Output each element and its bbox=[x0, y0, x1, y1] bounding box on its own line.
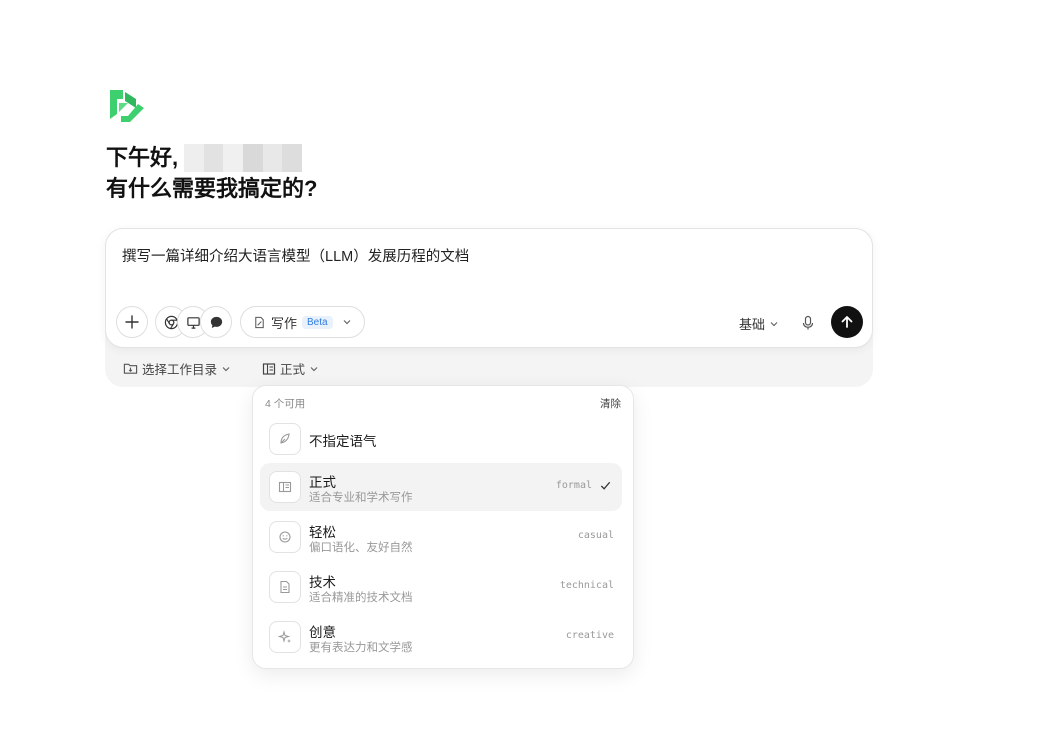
model-mode-select[interactable]: 基础 bbox=[739, 314, 779, 333]
feather-icon bbox=[269, 423, 301, 455]
beta-badge: Beta bbox=[302, 315, 333, 329]
write-mode-button[interactable]: 写作 Beta bbox=[240, 306, 365, 338]
tone-option-none[interactable]: 不指定语气 bbox=[260, 415, 622, 463]
available-count: 4 个可用 bbox=[265, 398, 306, 410]
blurred-username bbox=[184, 143, 303, 172]
chat-icon bbox=[210, 316, 222, 328]
arrow-up-icon bbox=[841, 316, 853, 328]
tone-title: 正式 bbox=[309, 475, 336, 490]
folder-icon bbox=[123, 363, 138, 374]
add-button[interactable] bbox=[116, 306, 148, 338]
tone-title: 轻松 bbox=[309, 525, 336, 540]
tone-none-label: 不指定语气 bbox=[309, 434, 377, 449]
write-label: 写作 bbox=[271, 315, 298, 331]
tone-desc: 偏口语化、友好自然 bbox=[309, 542, 413, 554]
send-button[interactable] bbox=[831, 306, 863, 338]
tone-code: formal bbox=[555, 480, 592, 491]
mode-label: 基础 bbox=[739, 317, 766, 332]
sparkle-icon bbox=[269, 621, 301, 653]
tone-title: 创意 bbox=[309, 625, 336, 640]
tone-option-technical[interactable]: 技术 适合精准的技术文档 technical bbox=[260, 563, 622, 611]
greeting-line-1: 下午好, bbox=[106, 145, 179, 170]
tone-code: technical bbox=[559, 580, 614, 591]
tone-desc: 适合专业和学术写作 bbox=[309, 492, 413, 504]
greeting: 下午好, 有什么需要我搞定的? bbox=[106, 142, 317, 204]
dropdown-header: 4 个可用 清除 bbox=[265, 396, 621, 411]
tone-select-button[interactable]: 正式 bbox=[262, 359, 319, 378]
tone-option-creative[interactable]: 创意 更有表达力和文学感 creative bbox=[260, 613, 622, 661]
select-workdir-label: 选择工作目录 bbox=[142, 363, 218, 377]
file-icon bbox=[269, 571, 301, 603]
chevron-down-icon bbox=[310, 366, 318, 371]
layout-icon bbox=[269, 471, 301, 503]
tone-code: casual bbox=[577, 530, 614, 541]
composer[interactable]: 撰写一篇详细介绍大语言模型（LLM）发展历程的文档 写作 Beta 基础 bbox=[105, 228, 873, 348]
tool-group bbox=[155, 306, 235, 338]
monitor-icon bbox=[186, 316, 200, 329]
check-icon bbox=[600, 481, 611, 490]
write-icon bbox=[255, 316, 264, 328]
chevron-down-icon bbox=[343, 320, 351, 325]
greeting-line-2: 有什么需要我搞定的? bbox=[106, 176, 318, 201]
prompt-input[interactable]: 撰写一篇详细介绍大语言模型（LLM）发展历程的文档 bbox=[122, 245, 469, 266]
tone-select-label: 正式 bbox=[280, 363, 306, 377]
layout-icon bbox=[262, 362, 276, 375]
select-workdir-button[interactable]: 选择工作目录 bbox=[123, 359, 231, 378]
plus-icon bbox=[125, 315, 139, 329]
tone-option-casual[interactable]: 轻松 偏口语化、友好自然 casual bbox=[260, 513, 622, 561]
tone-option-formal[interactable]: 正式 适合专业和学术写作 formal bbox=[260, 463, 622, 511]
logo bbox=[110, 90, 144, 122]
chevron-down-icon bbox=[222, 366, 230, 371]
smile-icon bbox=[269, 521, 301, 553]
tone-title: 技术 bbox=[309, 575, 336, 590]
mic-icon bbox=[802, 315, 814, 330]
tone-desc: 适合精准的技术文档 bbox=[309, 592, 413, 604]
voice-input-button[interactable] bbox=[796, 311, 820, 335]
chat-tool-button[interactable] bbox=[200, 306, 232, 338]
tone-desc: 更有表达力和文学感 bbox=[309, 642, 413, 654]
clear-button[interactable]: 清除 bbox=[600, 396, 621, 411]
chevron-down-icon bbox=[770, 321, 778, 326]
tone-code: creative bbox=[565, 630, 614, 641]
tone-dropdown: 4 个可用 清除 不指定语气 正式 适合专业和学术写作 formal 轻松 偏口… bbox=[252, 385, 634, 669]
